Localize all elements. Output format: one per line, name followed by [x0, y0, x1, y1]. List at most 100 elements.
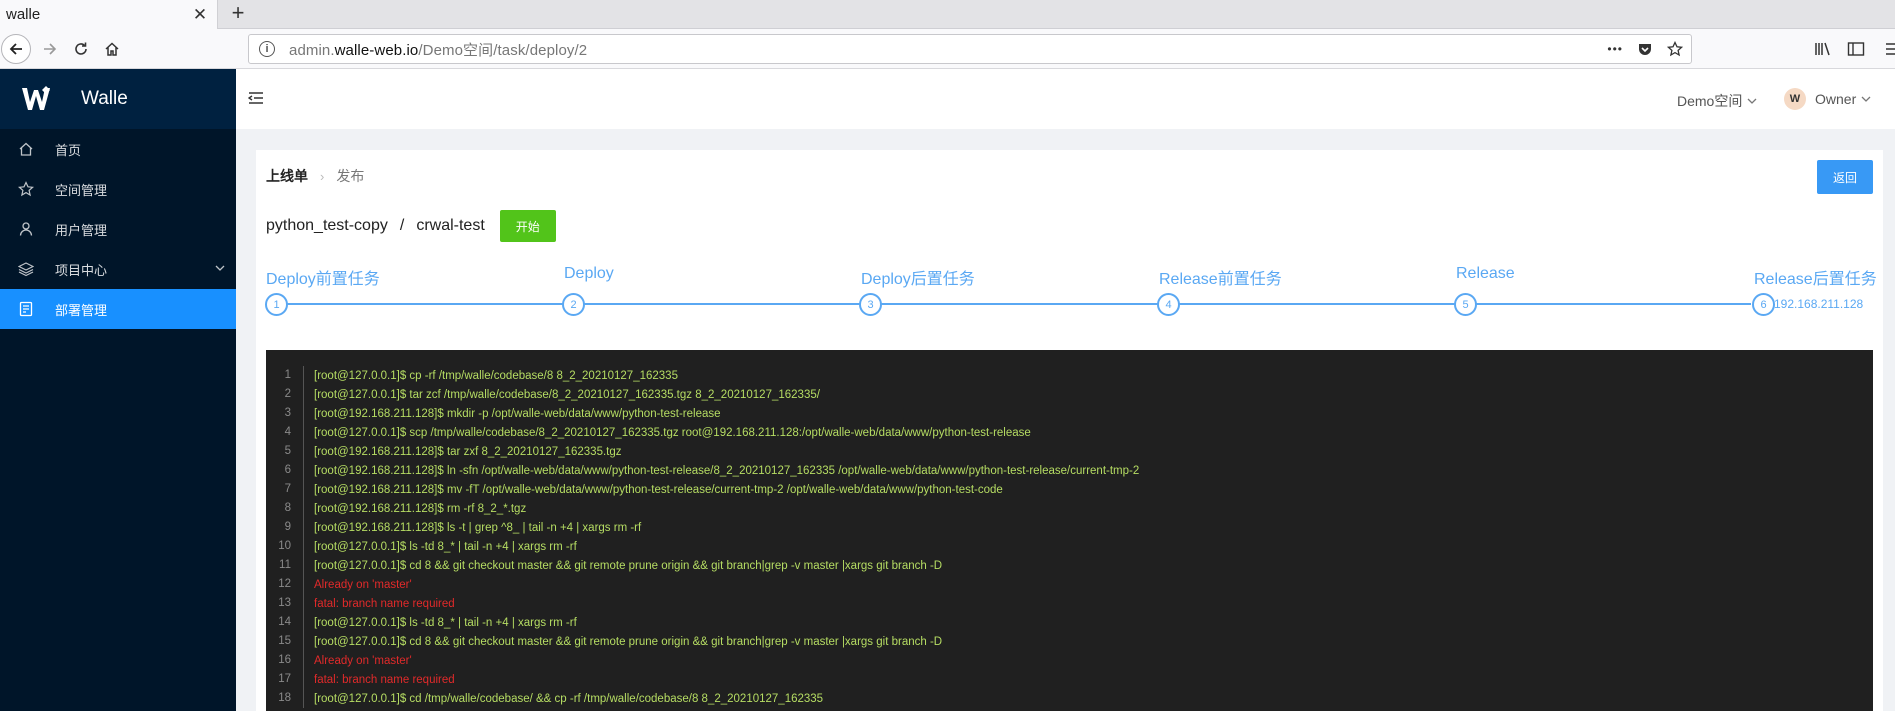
- close-icon[interactable]: ✕: [191, 5, 209, 25]
- line-number: 7: [266, 480, 304, 499]
- star-icon: [18, 181, 34, 197]
- sidebar-item-space[interactable]: 空间管理: [0, 169, 236, 209]
- console-line: 1 [root@127.0.0.1]$ cp -rf /tmp/walle/cod…: [266, 366, 1873, 385]
- console-output-text: [root@127.0.0.1]$ ls -td 8_* | tail -n +…: [314, 616, 577, 629]
- console-line: 14 [root@127.0.0.1]$ ls -td 8_* | tail -n…: [266, 613, 1873, 632]
- new-tab-button[interactable]: +: [226, 2, 250, 26]
- line-number: 18: [266, 689, 304, 708]
- console-line: 8 [root@192.168.211.128]$ rm -rf 8_2_*.tg…: [266, 499, 1873, 518]
- arrow-left-icon: [9, 43, 22, 55]
- sidebar-item-label: 项目中心: [55, 262, 108, 278]
- console-output-text: [root@127.0.0.1]$ scp /tmp/walle/codebas…: [314, 426, 1031, 439]
- home-button[interactable]: [98, 35, 126, 63]
- step-number: 5: [1454, 293, 1477, 316]
- console-output-text: [root@192.168.211.128]$ ln -sfn /opt/wal…: [314, 464, 1140, 477]
- step-host: 192.168.211.128: [1774, 297, 1864, 311]
- reload-button[interactable]: [67, 35, 95, 63]
- browser-navbar: i admin.walle-web.io/Demo空间/task/deploy/…: [0, 29, 1895, 69]
- console-output-text: [root@192.168.211.128]$ mv -fT /opt/wall…: [314, 483, 1003, 496]
- layers-icon: [18, 261, 34, 277]
- console-output-text: [root@192.168.211.128]$ mkdir -p /opt/wa…: [314, 407, 721, 420]
- step-number: 6: [1752, 293, 1775, 316]
- url-text[interactable]: admin.walle-web.io/Demo空间/task/deploy/2: [289, 39, 1607, 60]
- user-menu[interactable]: Owner: [1815, 91, 1871, 107]
- console-line: 15 [root@127.0.0.1]$ cd 8 && git checkout…: [266, 632, 1873, 651]
- back-button[interactable]: [1, 34, 31, 64]
- info-icon[interactable]: i: [259, 41, 275, 57]
- console-line: 6 [root@192.168.211.128]$ ln -sfn /opt/wa…: [266, 461, 1873, 480]
- url-host: walle-web.io: [334, 41, 419, 59]
- console-line: 13 fatal: branch name required: [266, 594, 1873, 613]
- task-name: crwal-test: [416, 217, 485, 234]
- sidebar-toggle-icon[interactable]: [1847, 39, 1865, 59]
- more-icon[interactable]: •••: [1607, 42, 1623, 56]
- sidebar-item-label: 用户管理: [55, 222, 108, 238]
- menu-fold-icon[interactable]: [248, 90, 264, 106]
- sidebar-item-label: 部署管理: [55, 302, 108, 318]
- sidebar-item-projects[interactable]: 项目中心: [0, 249, 236, 289]
- arrow-right-icon: [44, 43, 57, 55]
- line-number: 2: [266, 385, 304, 404]
- user-icon: [18, 221, 34, 237]
- pocket-icon[interactable]: [1637, 41, 1653, 57]
- breadcrumb-parent[interactable]: 上线单: [266, 166, 308, 186]
- sidebar-menu: 首页 空间管理 用户管理 项目中心 部署管理: [0, 129, 236, 329]
- line-number: 1: [266, 366, 304, 385]
- user-name: Owner: [1815, 91, 1857, 107]
- line-number: 6: [266, 461, 304, 480]
- console-line: 4 [root@127.0.0.1]$ scp /tmp/walle/codeba…: [266, 423, 1873, 442]
- sidebar-item-users[interactable]: 用户管理: [0, 209, 236, 249]
- library-icon[interactable]: [1814, 39, 1832, 59]
- console-line: 5 [root@192.168.211.128]$ tar zxf 8_2_202…: [266, 442, 1873, 461]
- line-number: 5: [266, 442, 304, 461]
- forward-button[interactable]: [36, 35, 64, 63]
- console-output-text: [root@127.0.0.1]$ tar zcf /tmp/walle/cod…: [314, 388, 820, 401]
- console-line: 9 [root@192.168.211.128]$ ls -t | grep ^8…: [266, 518, 1873, 537]
- url-path: /Demo空间/task/deploy/2: [418, 41, 588, 59]
- console-output-text: [root@127.0.0.1]$ cd 8 && git checkout m…: [314, 559, 943, 572]
- tab-title: walle: [6, 6, 41, 23]
- space-select[interactable]: Demo空间: [1677, 91, 1757, 111]
- line-number: 4: [266, 423, 304, 442]
- star-bookmark-icon[interactable]: [1667, 41, 1683, 57]
- project-separator: /: [399, 217, 405, 234]
- chevron-right-icon: ›: [320, 168, 325, 184]
- steps-line: [276, 303, 1751, 305]
- return-button[interactable]: 返回: [1817, 160, 1873, 194]
- deploy-console[interactable]: 1 [root@127.0.0.1]$ cp -rf /tmp/walle/cod…: [266, 350, 1873, 711]
- console-line: 10 [root@127.0.0.1]$ ls -td 8_* | tail -n…: [266, 537, 1873, 556]
- chevron-down-icon: [1861, 96, 1871, 102]
- console-output-text: [root@192.168.211.128]$ rm -rf 8_2_*.tgz: [314, 502, 527, 515]
- line-number: 14: [266, 613, 304, 632]
- console-output-text: [root@127.0.0.1]$ cd /tmp/walle/codebase…: [314, 692, 824, 705]
- line-number: 9: [266, 518, 304, 537]
- menu-icon[interactable]: [1886, 39, 1895, 59]
- line-number: 17: [266, 670, 304, 689]
- step-title: Deploy后置任务: [861, 271, 975, 288]
- line-number: 10: [266, 537, 304, 556]
- start-button[interactable]: 开始: [499, 210, 556, 242]
- deploy-icon: [18, 301, 34, 317]
- console-line: 12 Already on 'master': [266, 575, 1873, 594]
- sidebar-item-deploy[interactable]: 部署管理: [0, 289, 236, 329]
- browser-tab[interactable]: walle ✕: [0, 0, 218, 29]
- url-prefix: admin.: [289, 41, 335, 59]
- step-title: Deploy: [564, 265, 614, 282]
- step-number: 4: [1157, 293, 1180, 316]
- reload-icon: [75, 42, 87, 55]
- breadcrumb-current: 发布: [336, 168, 365, 184]
- url-bar[interactable]: i admin.walle-web.io/Demo空间/task/deploy/…: [248, 34, 1692, 64]
- avatar[interactable]: W: [1784, 88, 1806, 110]
- avatar-letter: W: [1789, 93, 1801, 105]
- console-line: 3 [root@192.168.211.128]$ mkdir -p /opt/w…: [266, 404, 1873, 423]
- sidebar-item-home[interactable]: 首页: [0, 129, 236, 169]
- console-output-text: [root@127.0.0.1]$ cd 8 && git checkout m…: [314, 635, 943, 648]
- step-title: Release后置任务: [1754, 271, 1877, 288]
- step-title: Release: [1456, 265, 1515, 282]
- step-title: Release前置任务: [1159, 271, 1282, 288]
- sidebar-item-label: 空间管理: [55, 182, 108, 198]
- deploy-steps: Deploy前置任务 1 Deploy 2 Deploy后置任务 3 Relea…: [256, 265, 1883, 325]
- line-number: 11: [266, 556, 304, 575]
- walle-logo-icon: [22, 86, 50, 110]
- console-error-text: fatal: branch name required: [314, 597, 455, 610]
